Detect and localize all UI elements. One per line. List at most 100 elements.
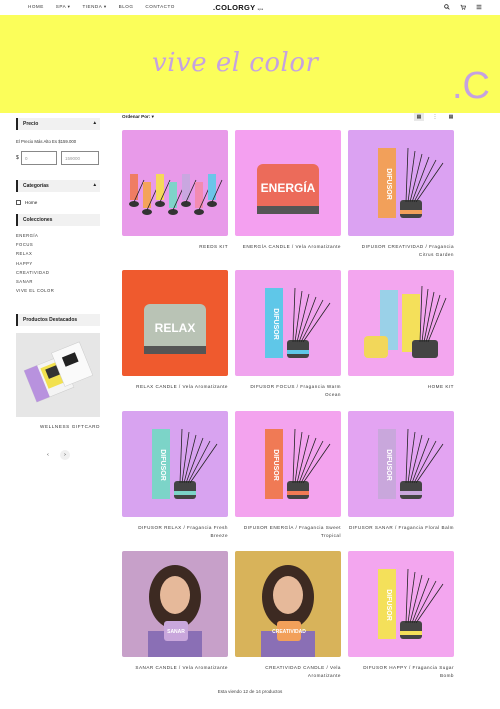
grid-large-icon[interactable]: ▦ <box>446 113 456 121</box>
product-name[interactable]: DIFUSOR SANAR / Fragancia Floral Balm <box>348 524 454 532</box>
svg-text:ENERGÍA: ENERGÍA <box>261 180 316 195</box>
collection-link[interactable]: RELAX <box>16 251 54 260</box>
product-image[interactable]: DIFUSOR <box>122 411 228 517</box>
product-card[interactable]: DIFUSOR DIFUSOR CREATIVIDAD / Fragancia C… <box>348 130 454 258</box>
product-name[interactable]: HOME KIT <box>348 383 454 391</box>
grid-icon[interactable]: ▦ <box>414 113 424 121</box>
svg-text:CREATIVIDAD: CREATIVIDAD <box>272 629 306 635</box>
product-name[interactable]: DIFUSOR HAPPY / Fragancia Sugar Bomb <box>348 664 454 679</box>
category-label: Home <box>25 200 38 205</box>
product-name[interactable]: ENERGÍA CANDLE / Vela Aromatizante <box>235 243 341 251</box>
svg-text:DIFUSOR: DIFUSOR <box>272 308 279 340</box>
chevron-up-icon: ▴ <box>93 120 96 126</box>
product-image[interactable]: SANAR <box>122 551 228 657</box>
price-filter-header[interactable]: Precio ▴ <box>16 118 100 130</box>
logo-suffix: spa <box>257 7 264 11</box>
view-toggle: ▦ ⋮ ▦ <box>414 113 456 121</box>
nav-contacto[interactable]: CONTACTO <box>145 4 174 10</box>
categories-title: Categorías <box>23 183 49 189</box>
product-card[interactable]: CREATIVIDAD CREATIVIDAD CANDLE / Vela Aro… <box>235 551 341 679</box>
sort-dropdown[interactable]: Ordenar Por: ▾ <box>122 114 154 120</box>
collections-title: Colecciones <box>23 217 53 223</box>
product-image[interactable]: DIFUSOR <box>235 411 341 517</box>
product-card[interactable]: REEDS KIT <box>122 130 228 251</box>
product-card[interactable]: DIFUSOR DIFUSOR RELAX / Fragancia Fresh B… <box>122 411 228 539</box>
nav-spa[interactable]: SPA ▾ <box>56 4 71 10</box>
top-nav-bar: HOME SPA ▾ TIENDA ▾ BLOG CONTACTO .COLOR… <box>0 0 500 15</box>
nav-home[interactable]: HOME <box>28 4 44 10</box>
collection-link[interactable]: ENERGÍA <box>16 233 54 242</box>
svg-text:DIFUSOR: DIFUSOR <box>385 168 392 200</box>
product-card[interactable]: SANAR SANAR CANDLE / Vela Aromatizante <box>122 551 228 672</box>
header-icons <box>444 4 482 12</box>
featured-products-header: Productos Destacados <box>16 314 100 326</box>
checkbox[interactable] <box>16 200 21 205</box>
main-nav: HOME SPA ▾ TIENDA ▾ BLOG CONTACTO <box>28 4 175 10</box>
product-name[interactable]: SANAR CANDLE / Vela Aromatizante <box>122 664 228 672</box>
currency-symbol: $ <box>16 155 19 161</box>
svg-text:DIFUSOR: DIFUSOR <box>385 589 392 621</box>
product-image[interactable]: CREATIVIDAD <box>235 551 341 657</box>
collection-link[interactable]: VIVE EL COLOR <box>16 288 54 297</box>
product-name[interactable]: DIFUSOR CREATIVIDAD / Fragancia Citrus G… <box>348 243 454 258</box>
price-max-input[interactable]: 159000 <box>61 151 99 165</box>
svg-text:DIFUSOR: DIFUSOR <box>385 449 392 481</box>
menu-icon[interactable] <box>476 4 482 12</box>
product-card[interactable]: ENERGÍA ENERGÍA CANDLE / Vela Aromatizant… <box>235 130 341 251</box>
product-image[interactable]: RELAX <box>122 270 228 376</box>
product-name[interactable]: RELAX CANDLE / Vela Aromatizante <box>122 383 228 391</box>
featured-title: Productos Destacados <box>23 317 78 323</box>
featured-product-name[interactable]: WELLNESS GIFTCARD <box>16 424 100 429</box>
site-logo[interactable]: .COLORGY spa <box>213 3 263 12</box>
product-image[interactable]: DIFUSOR <box>235 270 341 376</box>
product-name[interactable]: REEDS KIT <box>122 243 228 251</box>
price-filter-title: Precio <box>23 121 39 127</box>
cart-icon[interactable] <box>460 4 466 12</box>
list-icon[interactable]: ⋮ <box>430 113 440 121</box>
product-image[interactable]: DIFUSOR <box>348 130 454 236</box>
search-icon[interactable] <box>444 4 450 12</box>
product-card[interactable]: DIFUSOR DIFUSOR HAPPY / Fragancia Sugar B… <box>348 551 454 679</box>
category-checkbox-home[interactable]: Home <box>16 200 37 205</box>
product-image[interactable] <box>348 270 454 376</box>
hero-banner: vive el color .C <box>0 15 500 113</box>
collection-link[interactable]: SANAR <box>16 279 54 288</box>
product-name[interactable]: DIFUSOR ENERGÍA / Fragancia Sweet Tropic… <box>235 524 341 539</box>
featured-product-image[interactable] <box>16 333 100 417</box>
product-card[interactable]: HOME KIT <box>348 270 454 391</box>
banner-mark: .C <box>452 65 490 107</box>
product-image[interactable]: DIFUSOR <box>348 411 454 517</box>
banner-tagline: vive el color <box>152 48 319 78</box>
sort-label: Ordenar Por: <box>122 114 151 119</box>
logo-text: .COLORGY <box>213 3 256 12</box>
product-name[interactable]: DIFUSOR RELAX / Fragancia Fresh Breeze <box>122 524 228 539</box>
carousel-next-button[interactable]: › <box>60 450 70 460</box>
price-note: El Precio Más Alto Es $159.000 <box>16 139 77 144</box>
collection-link[interactable]: HAPPY <box>16 261 54 270</box>
results-count: Esta viendo 12 de 14 productos <box>217 689 283 694</box>
collection-link[interactable]: CREATIVIDAD <box>16 270 54 279</box>
chevron-down-icon: ▾ <box>151 114 154 119</box>
price-min-input[interactable]: 0 <box>21 151 57 165</box>
product-image[interactable]: DIFUSOR <box>348 551 454 657</box>
collections-header: Colecciones <box>16 214 100 226</box>
product-card[interactable]: RELAX RELAX CANDLE / Vela Aromatizante <box>122 270 228 391</box>
product-card[interactable]: DIFUSOR DIFUSOR FOCUS / Fragancia Warm Oc… <box>235 270 341 398</box>
svg-text:DIFUSOR: DIFUSOR <box>159 449 166 481</box>
collections-list: ENERGÍA FOCUS RELAX HAPPY CREATIVIDAD SA… <box>16 233 54 297</box>
nav-tienda[interactable]: TIENDA ▾ <box>82 4 106 10</box>
collection-link[interactable]: FOCUS <box>16 242 54 251</box>
categories-filter-header[interactable]: Categorías ▴ <box>16 180 100 192</box>
product-image[interactable] <box>122 130 228 236</box>
svg-text:DIFUSOR: DIFUSOR <box>272 449 279 481</box>
svg-text:SANAR: SANAR <box>167 629 185 635</box>
product-image[interactable]: ENERGÍA <box>235 130 341 236</box>
product-card[interactable]: DIFUSOR DIFUSOR SANAR / Fragancia Floral … <box>348 411 454 532</box>
carousel-prev-button[interactable]: ‹ <box>43 450 53 460</box>
chevron-up-icon: ▴ <box>93 182 96 188</box>
product-name[interactable]: DIFUSOR FOCUS / Fragancia Warm Ocean <box>235 383 341 398</box>
product-name[interactable]: CREATIVIDAD CANDLE / Vela Aromatizante <box>235 664 341 679</box>
svg-text:RELAX: RELAX <box>155 321 196 335</box>
nav-blog[interactable]: BLOG <box>119 4 134 10</box>
product-card[interactable]: DIFUSOR DIFUSOR ENERGÍA / Fragancia Sweet… <box>235 411 341 539</box>
